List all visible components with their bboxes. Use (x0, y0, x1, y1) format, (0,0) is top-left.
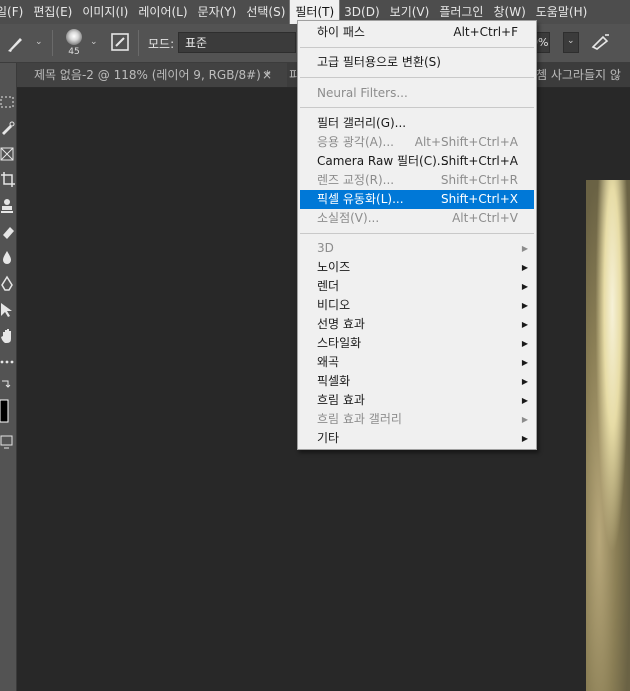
brush-icon (8, 38, 22, 52)
brush-size-value: 45 (68, 47, 80, 57)
chevron-down-icon[interactable]: ⌄ (90, 37, 98, 47)
stamp-tool[interactable] (0, 197, 16, 215)
more-tools[interactable] (0, 353, 16, 371)
marquee-tool[interactable] (0, 93, 16, 111)
document-tab[interactable]: 쳄 사그라들지 않 (536, 63, 630, 87)
menu-item-filter-gallery[interactable]: 필터 갤러리(G)... (300, 114, 534, 133)
marquee-icon (0, 96, 14, 108)
menu-item-other[interactable]: 기타 ▶ (300, 429, 534, 448)
crop-tool[interactable] (0, 171, 16, 189)
menu-item-noise[interactable]: 노이즈 ▶ (300, 258, 534, 277)
brush-preset-picker[interactable]: 45 (62, 26, 86, 60)
brush-tip-icon (66, 29, 82, 45)
menu-item-high-pass[interactable]: 하이 패스 Alt+Ctrl+F (300, 23, 534, 42)
swap-colors[interactable] (0, 377, 16, 395)
document-tab-title: 제목 없음-2 @ 118% (레이어 9, RGB/8#) * (34, 68, 271, 82)
submenu-arrow-icon: ▶ (521, 434, 528, 443)
brush-settings-toggle[interactable] (110, 32, 130, 52)
brush-tool-preset-button[interactable] (6, 33, 28, 53)
eraser-icon (3, 227, 14, 239)
menu-item-3d[interactable]: 3D ▶ (300, 239, 534, 258)
more-icon (0, 360, 14, 364)
airbrush-icon (591, 34, 609, 50)
divider (138, 30, 139, 56)
menu-help[interactable]: 도움말(H) (531, 0, 593, 24)
submenu-arrow-icon: ▶ (521, 301, 528, 310)
drop-icon (3, 251, 11, 264)
crop-frame-tool[interactable] (0, 145, 16, 163)
crop-icon (1, 172, 15, 187)
menu-item-video[interactable]: 비디오 ▶ (300, 296, 534, 315)
filter-menu: 하이 패스 Alt+Ctrl+F 고급 필터용으로 변환(S) Neural F… (297, 20, 537, 450)
submenu-arrow-icon: ▶ (521, 415, 528, 424)
stamp-icon (1, 199, 13, 213)
pen-icon (1, 275, 13, 291)
swap-icon (2, 380, 11, 388)
menu-image[interactable]: 이미지(I) (77, 0, 133, 24)
menu-item-pixelate[interactable]: 픽셀화 ▶ (300, 372, 534, 391)
menu-item-adaptive-wide-angle[interactable]: 응용 광각(A)... Alt+Shift+Ctrl+A (300, 133, 534, 152)
menu-item-distort[interactable]: 왜곡 ▶ (300, 353, 534, 372)
submenu-arrow-icon: ▶ (521, 339, 528, 348)
blur-tool[interactable] (0, 249, 16, 267)
frame-icon (0, 147, 14, 161)
submenu-arrow-icon: ▶ (521, 244, 528, 253)
menu-item-stylize[interactable]: 스타일화 ▶ (300, 334, 534, 353)
menu-item-blur[interactable]: 흐림 효과 ▶ (300, 391, 534, 410)
document-image[interactable] (586, 180, 630, 691)
screen-mode-tool[interactable] (0, 433, 16, 451)
menu-item-liquify[interactable]: 픽셀 유동화(L)... Shift+Ctrl+X (300, 190, 534, 209)
menu-layer[interactable]: 레이어(L) (133, 0, 192, 24)
quick-select-tool[interactable] (0, 119, 16, 137)
quick-select-icon (2, 121, 15, 135)
eraser-tool[interactable] (0, 223, 16, 241)
menu-item-neural-filters[interactable]: Neural Filters... (300, 84, 534, 103)
menu-type[interactable]: 문자(Y) (193, 0, 242, 24)
menu-item-render[interactable]: 렌더 ▶ (300, 277, 534, 296)
menu-edit[interactable]: 편집(E) (28, 0, 77, 24)
foreground-color-swatch[interactable] (0, 398, 16, 424)
menu-item-camera-raw[interactable]: Camera Raw 필터(C)... Shift+Ctrl+A (300, 152, 534, 171)
submenu-arrow-icon: ▶ (521, 358, 528, 367)
menu-separator (300, 107, 534, 108)
menu-separator (300, 77, 534, 78)
menu-item-blur-gallery[interactable]: 흐림 효과 갤러리 ▶ (300, 410, 534, 429)
menu-item-lens-correction[interactable]: 렌즈 교정(R)... Shift+Ctrl+R (300, 171, 534, 190)
menu-separator (300, 47, 534, 48)
submenu-arrow-icon: ▶ (521, 320, 528, 329)
submenu-arrow-icon: ▶ (521, 282, 528, 291)
airbrush-toggle[interactable] (590, 32, 612, 52)
color-swatch-icon (0, 399, 9, 423)
chevron-down-icon[interactable]: ⌄ (35, 37, 43, 47)
document-tab[interactable]: 제목 없음-2 @ 118% (레이어 9, RGB/8#) * × (17, 63, 287, 87)
menu-item-vanishing-point[interactable]: 소실점(V)... Alt+Ctrl+V (300, 209, 534, 228)
submenu-arrow-icon: ▶ (521, 263, 528, 272)
menu-file[interactable]: 일(F) (0, 0, 28, 24)
menu-select[interactable]: 선택(S) (241, 0, 290, 24)
divider (52, 30, 53, 56)
tools-panel (0, 63, 17, 691)
hand-icon (1, 329, 11, 343)
chevron-down-icon: ⌄ (567, 36, 575, 46)
menu-item-sharpen[interactable]: 선명 효과 ▶ (300, 315, 534, 334)
menu-separator (300, 233, 534, 234)
submenu-arrow-icon: ▶ (521, 377, 528, 386)
pen-tool[interactable] (0, 275, 16, 293)
screen-mode-icon (0, 435, 13, 449)
path-select-tool[interactable] (0, 301, 16, 319)
arrow-cursor-icon (1, 303, 12, 317)
close-icon[interactable]: × (262, 63, 272, 87)
hand-tool[interactable] (0, 327, 16, 345)
brush-settings-icon (111, 33, 129, 51)
mode-select[interactable]: 표준 (178, 32, 296, 53)
flow-dropdown[interactable]: ⌄ (563, 32, 579, 53)
menu-item-convert-smart-filters[interactable]: 고급 필터용으로 변환(S) (300, 53, 534, 72)
submenu-arrow-icon: ▶ (521, 396, 528, 405)
mode-label: 모드: (148, 37, 175, 51)
